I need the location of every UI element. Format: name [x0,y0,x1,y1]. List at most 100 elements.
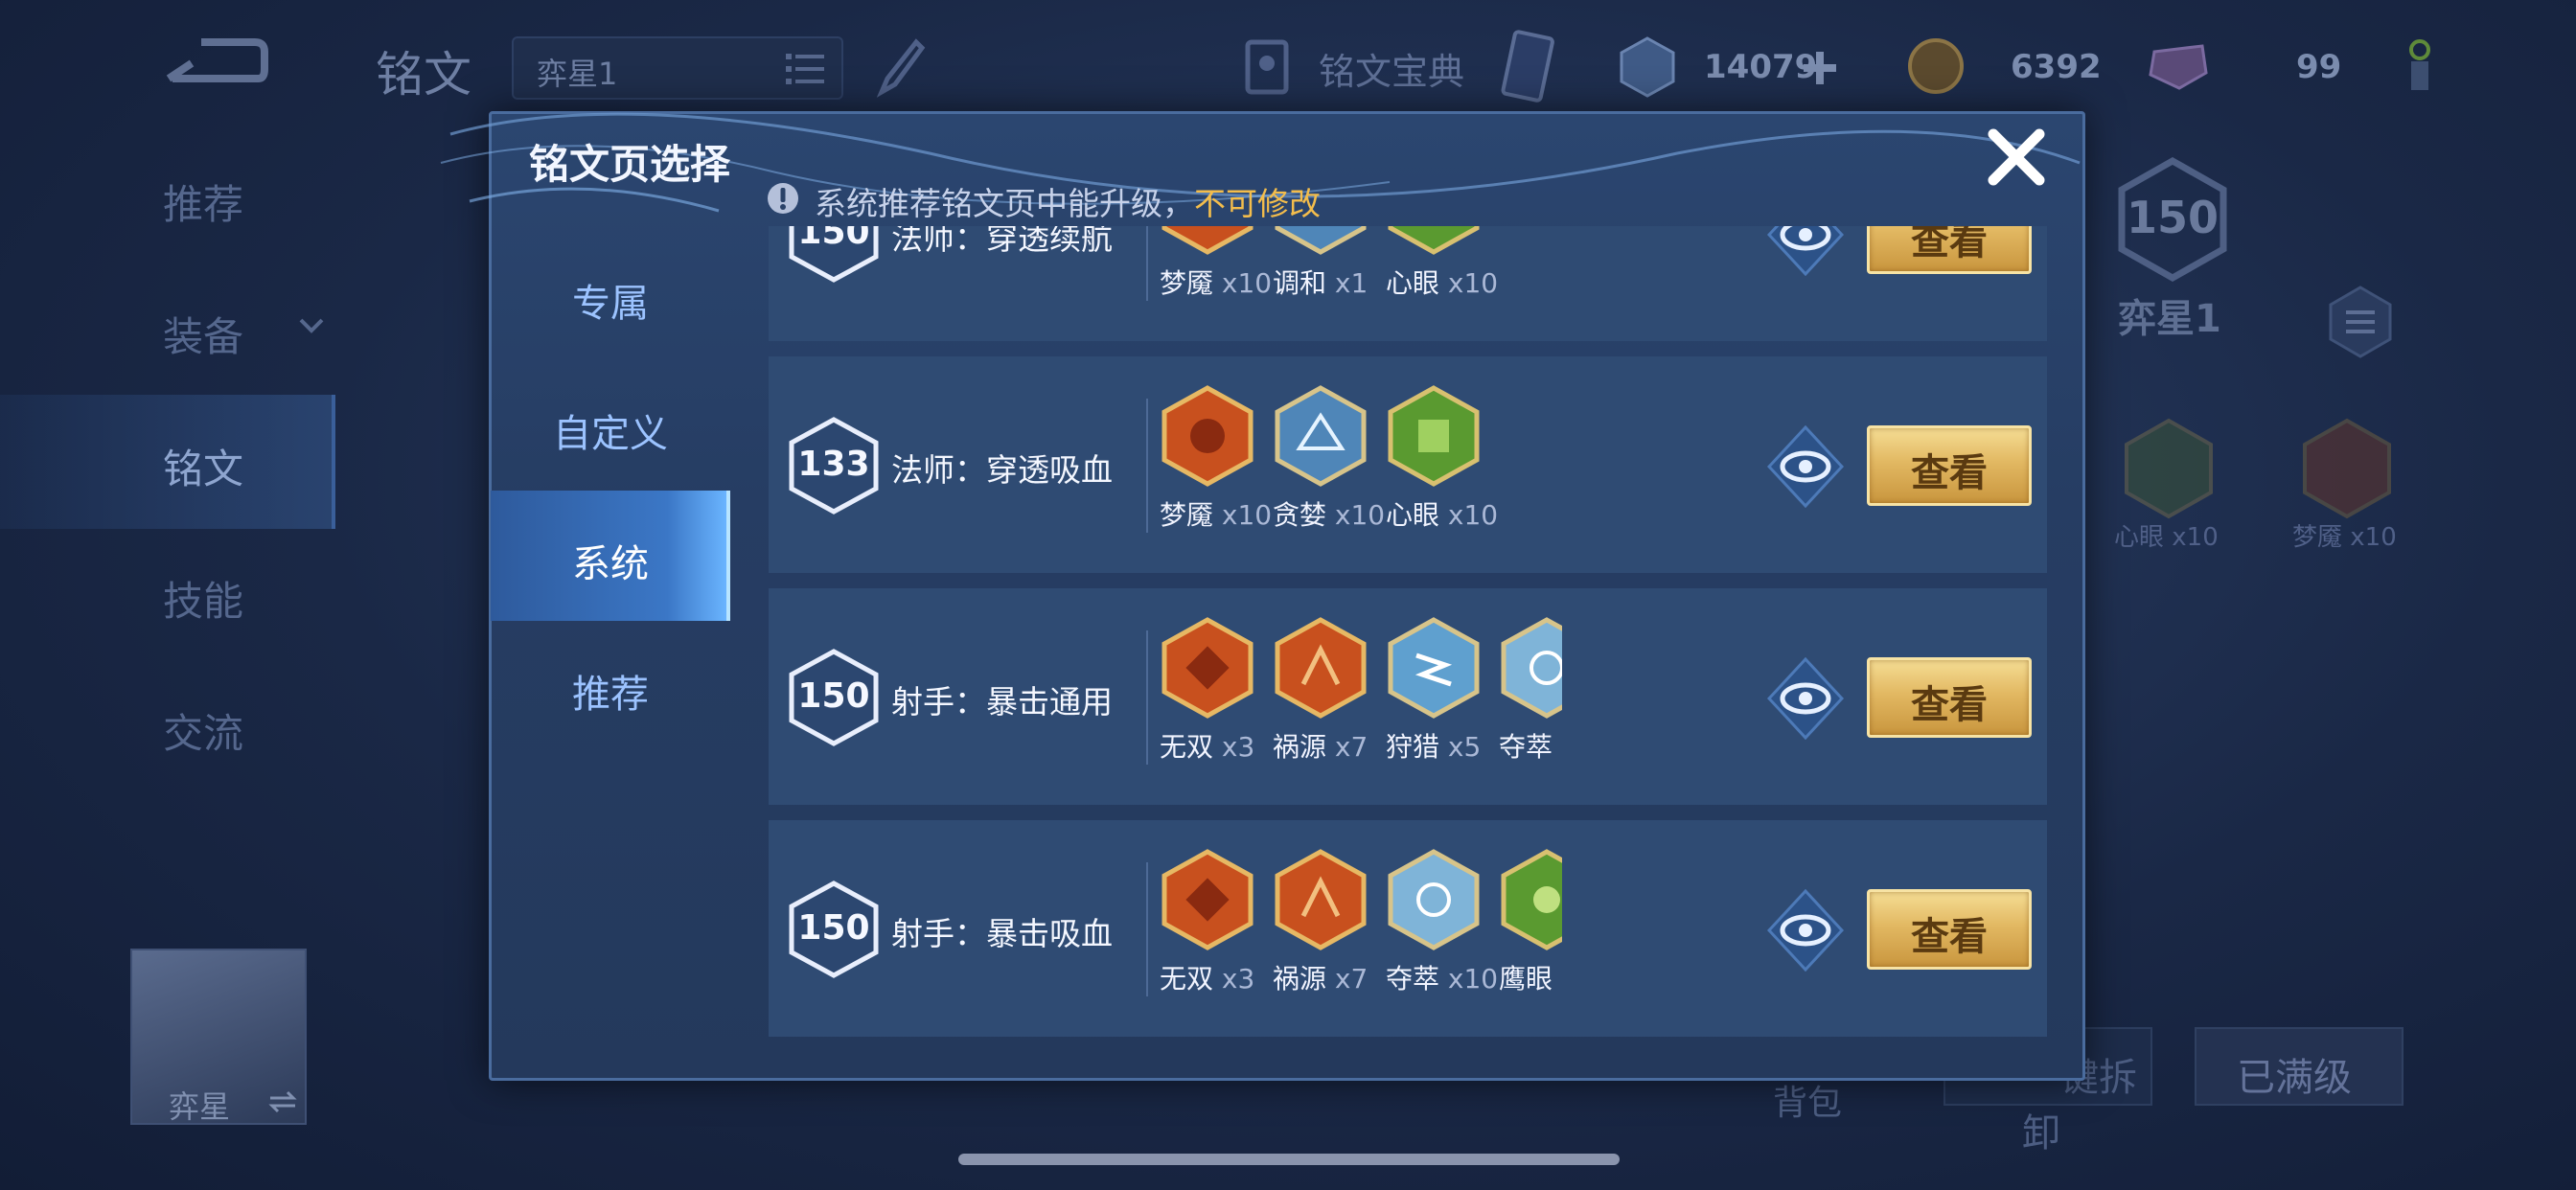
gem-value: 99 [2296,48,2342,86]
row-level: 133 [797,445,870,484]
row-level: 150 [797,908,870,948]
rune-item: 鹰眼 [1495,849,1562,1012]
page-level-value: 150 [2126,192,2220,243]
insight-rune-icon [1388,385,1480,487]
view-button[interactable]: 查看 [1867,657,2032,738]
nav-item-community[interactable]: 交流 [163,701,243,760]
add-icon[interactable] [1802,50,1838,86]
notice-text: 系统推荐铭文页中能升级，不可修改 [815,185,1321,222]
insight-rune-icon [1388,226,1480,255]
signal-icon [2409,39,2430,90]
view-button[interactable]: 查看 [1867,889,2032,970]
coin-value: 6392 [2011,48,2102,86]
nav-item-runes[interactable]: 铭文 [163,437,243,495]
rune-page-row: 133 法师：穿透吸血 梦魇 x10 贪婪 x10 心眼 x10 查看 [769,356,2047,573]
gem-icon [2149,44,2208,90]
preview-eye-icon[interactable] [1767,657,1844,740]
row-name: 射手：暴击吸血 [891,915,1113,952]
list-icon [786,54,824,84]
row-divider [1146,399,1148,533]
row-name: 法师：穿透吸血 [891,451,1113,489]
unrivaled-rune-icon [1162,617,1254,719]
rune-item: 调和 x10 [1269,226,1368,316]
rune-item: 贪婪 x10 [1269,385,1385,548]
row-level: 150 [797,676,870,716]
bg-rune-label-1: 心眼 x10 [2114,523,2219,552]
view-button[interactable]: 查看 [1867,226,2032,274]
rune-item: 梦魇 x10 [1156,226,1272,316]
rune-item: 狩猎 x5 [1382,617,1487,780]
preview-eye-icon[interactable] [1767,889,1844,972]
hero-name: 弈星 [169,1088,231,1125]
crystal-currency: 14079 [1620,36,1850,98]
home-indicator[interactable] [958,1154,1620,1165]
tab-custom[interactable]: 自定义 [491,360,730,491]
rune-page-dropdown-value: 弈星1 [537,56,618,92]
rune-page-list[interactable]: 150 法师：穿透续航 梦魇 x10 调和 x10 心眼 x10 查看 133 … [769,226,2047,1037]
row-name: 射手：暴击通用 [891,683,1113,721]
rune-item: 梦魇 x10 [1156,385,1272,548]
calamity-rune-icon [1275,617,1367,719]
crystal-value: 14079 [1704,48,1818,86]
close-icon[interactable] [1984,125,2049,190]
row-runes: 梦魇 x10 调和 x10 [1156,226,1368,316]
preview-eye-icon[interactable] [1767,226,1844,276]
rune-item: 心眼 x10 [1382,385,1498,548]
row-divider [1146,630,1148,765]
nav-item-recommend[interactable]: 推荐 [163,172,243,231]
codex-label[interactable]: 铭文宝典 [1319,42,1464,95]
rename-brush-icon[interactable] [868,36,926,100]
tab-system[interactable]: 系统 [491,491,730,621]
row-runes: 无双 x3 祸源 x7 狩猎 x5 夺萃 [1156,617,1562,780]
right-page-name: 弈星1 [2118,297,2221,341]
swap-icon[interactable] [268,1090,297,1113]
rune-item: 夺萃 x10 [1382,849,1498,1012]
preview-eye-icon[interactable] [1767,425,1844,508]
coin-currency: 6392 [1907,36,2108,98]
crystal-icon [1620,36,1675,98]
row-level: 150 [797,226,870,252]
greed-rune-icon [1275,385,1367,487]
rune-page-row: 150 法师：穿透续航 梦魇 x10 调和 x10 心眼 x10 查看 [769,226,2047,341]
row-divider [1146,862,1148,996]
nav-item-skills[interactable]: 技能 [163,569,243,628]
rune-page-row: 150 射手：暴击通用 无双 x3 祸源 x7 狩猎 x5 夺萃 查看 [769,588,2047,805]
tab-exclusive[interactable]: 专属 [491,230,730,360]
screen-title: 铭文 [376,47,472,103]
hawkeye-rune-icon [1501,849,1562,950]
rune-page-row: 150 射手：暴击吸血 无双 x3 祸源 x7 夺萃 x10 鹰眼 查看 [769,820,2047,1037]
chevron-down-icon [299,318,324,333]
maxed-button[interactable]: 已满级 [2195,1027,2404,1106]
rune-item: 祸源 x7 [1269,617,1374,780]
rune-item: 心眼 x10 [1382,226,1498,316]
coin-icon [1908,38,1964,94]
green-rune-icon [2125,418,2213,519]
bg-rune-label-2: 梦魇 x10 [2292,523,2397,552]
bag-label[interactable]: 背包 [1773,1075,1842,1125]
dialog-title: 铭文页选择 [529,141,731,188]
calamity-rune-icon [1275,849,1367,950]
nav-item-equipment[interactable]: 装备 [163,305,243,363]
back-arrow-icon[interactable] [163,31,268,94]
info-icon [768,183,798,214]
rune-item: 夺萃 [1495,617,1562,780]
plunder-rune-icon [1501,617,1562,719]
row-divider [1146,226,1148,301]
row-name: 法师：穿透续航 [891,226,1113,257]
menu-icon[interactable] [2329,286,2392,358]
unrivaled-rune-icon [1162,849,1254,950]
rune-item: 无双 x3 [1156,617,1261,780]
hunting-rune-icon [1388,617,1480,719]
harmony-rune-icon [1275,226,1367,255]
tab-list: 专属 自定义 系统 推荐 [491,230,730,717]
codex-book-icon[interactable] [1236,34,1303,102]
rune-item: 无双 x3 [1156,849,1261,1012]
rune-item: 祸源 x7 [1269,849,1374,1012]
rune-page-dropdown[interactable]: 弈星1 [512,36,843,100]
notice-warning: 不可修改 [1194,185,1321,222]
plunder-rune-icon [1388,849,1480,950]
red-rune-icon [2303,418,2391,519]
view-button[interactable]: 查看 [1867,425,2032,506]
card-icon[interactable] [1495,29,1562,109]
tab-recommend[interactable]: 推荐 [491,621,730,751]
